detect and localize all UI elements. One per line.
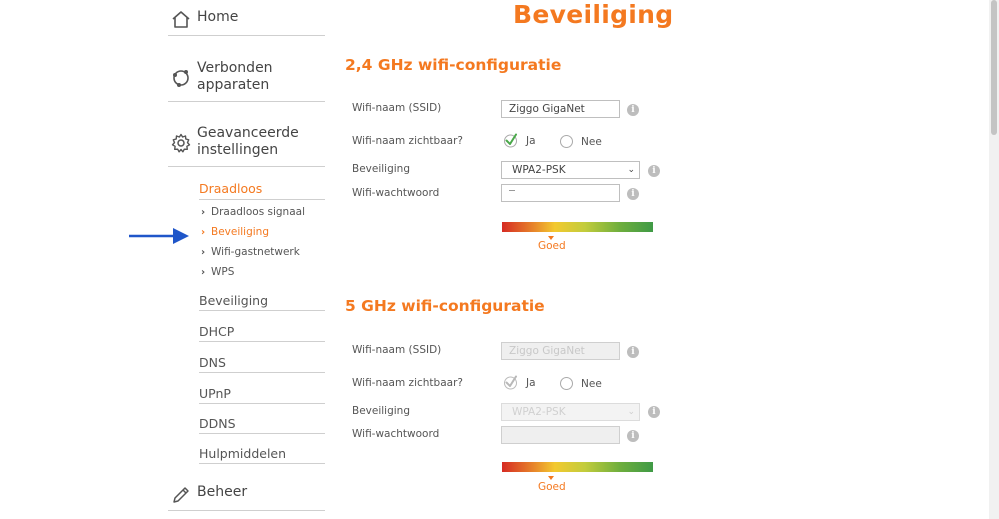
info-icon[interactable]: i <box>648 165 660 177</box>
nav-advanced-settings[interactable]: Geavanceerde instellingen <box>168 102 325 167</box>
security-select-value-24: WPA2-PSK <box>512 164 566 176</box>
nav-home-label: Home <box>197 9 239 25</box>
page-title: Beveiliging <box>513 0 674 29</box>
chevron-down-icon: ⌄ <box>627 165 635 175</box>
password-strength-meter-5 <box>502 462 653 472</box>
sidebar-item-draadloos[interactable]: Draadloos <box>199 181 325 200</box>
password-input-24[interactable] <box>501 184 620 202</box>
ssid-label-5: Wifi-naam (SSID) <box>352 344 442 356</box>
subitem-label: WPS <box>211 266 235 278</box>
visible-label-24: Wifi-naam zichtbaar? <box>352 135 463 147</box>
nav-advanced-line1: Geavanceerde <box>197 125 299 141</box>
password-label-24: Wifi-wachtwoord <box>352 187 440 199</box>
nav-devices-line2: apparaten <box>197 77 270 93</box>
nav-devices-label: Verbonden apparaten <box>197 60 273 94</box>
subitem-label: Beveiliging <box>211 226 269 238</box>
security-select-value-5: WPA2-PSK <box>512 406 566 418</box>
chevron-right-icon: › <box>201 246 206 258</box>
password-masked-text <box>509 190 515 196</box>
nav-devices-line1: Verbonden <box>197 60 273 76</box>
info-icon[interactable]: i <box>627 346 639 358</box>
security-label-5: Beveiliging <box>352 405 410 417</box>
visible-yes-label-24: Ja <box>526 134 536 147</box>
password-label-5: Wifi-wachtwoord <box>352 428 440 440</box>
chevron-right-icon: › <box>201 226 206 238</box>
nav-beheer-label: Beheer <box>197 484 248 500</box>
section-title-5ghz: 5 GHz wifi-configuratie <box>345 297 545 315</box>
strength-label-5: Goed <box>538 481 566 493</box>
check-icon <box>504 375 517 390</box>
arrow-right-icon <box>129 228 189 244</box>
ssid-input-24[interactable]: Ziggo GigaNet <box>501 100 620 118</box>
info-icon[interactable]: i <box>627 104 639 116</box>
scrollbar-thumb[interactable] <box>991 0 997 135</box>
check-icon <box>504 133 517 148</box>
visible-no-label-24: Nee <box>581 135 602 148</box>
sidebar-subitem-wps[interactable]: › WPS <box>201 266 234 278</box>
visible-no-radio-5[interactable]: Nee <box>560 377 602 390</box>
password-input-5[interactable] <box>501 426 620 444</box>
strength-marker-5 <box>548 476 554 480</box>
visible-no-label-5: Nee <box>581 377 602 390</box>
section-title-24ghz: 2,4 GHz wifi-configuratie <box>345 56 562 74</box>
visible-label-5: Wifi-naam zichtbaar? <box>352 377 463 389</box>
info-icon[interactable]: i <box>648 406 660 418</box>
visible-yes-radio-24[interactable]: Ja <box>503 133 536 148</box>
chevron-right-icon: › <box>201 266 206 278</box>
info-icon[interactable]: i <box>627 430 639 442</box>
visible-yes-label-5: Ja <box>526 376 536 389</box>
sidebar-subitem-draadloos-signaal[interactable]: › Draadloos signaal <box>201 206 305 218</box>
sidebar-item-hulpmiddelen[interactable]: Hulpmiddelen <box>199 446 325 464</box>
subitem-label: Wifi-gastnetwerk <box>211 246 300 258</box>
sidebar-subitem-beveiliging[interactable]: › Beveiliging <box>201 226 269 238</box>
radio-circle <box>560 377 573 390</box>
vertical-scrollbar[interactable] <box>989 0 999 519</box>
nav-home[interactable]: Home <box>168 0 325 36</box>
devices-icon <box>173 70 189 87</box>
subitem-label: Draadloos signaal <box>211 206 306 218</box>
sidebar-item-ddns[interactable]: DDNS <box>199 416 325 434</box>
security-select-24[interactable]: WPA2-PSK ⌄ <box>501 161 640 179</box>
nav-advanced-label: Geavanceerde instellingen <box>197 125 299 159</box>
gear-icon <box>171 133 191 153</box>
nav-beheer[interactable]: Beheer <box>168 473 325 511</box>
info-icon[interactable]: i <box>627 188 639 200</box>
sidebar-item-dns[interactable]: DNS <box>199 355 325 373</box>
nav-connected-devices[interactable]: Verbonden apparaten <box>168 36 325 102</box>
security-label-24: Beveiliging <box>352 163 410 175</box>
sidebar-item-upnp[interactable]: UPnP <box>199 386 325 404</box>
ssid-label-24: Wifi-naam (SSID) <box>352 102 442 114</box>
chevron-right-icon: › <box>201 206 206 218</box>
pencil-icon <box>173 487 189 503</box>
home-icon <box>172 11 190 28</box>
nav-advanced-line2: instellingen <box>197 142 279 158</box>
chevron-down-icon: ⌄ <box>627 407 635 417</box>
sidebar-item-dhcp[interactable]: DHCP <box>199 324 325 342</box>
visible-no-radio-24[interactable]: Nee <box>560 135 602 148</box>
password-strength-meter-24 <box>502 222 653 232</box>
visible-yes-radio-5[interactable]: Ja <box>503 375 536 390</box>
sidebar-subitem-wifi-gastnetwerk[interactable]: › Wifi-gastnetwerk <box>201 246 300 258</box>
ssid-input-5[interactable]: Ziggo GigaNet <box>501 342 620 360</box>
radio-circle <box>560 135 573 148</box>
sidebar-item-beveiliging[interactable]: Beveiliging <box>199 293 325 311</box>
strength-label-24: Goed <box>538 240 566 252</box>
security-select-5[interactable]: WPA2-PSK ⌄ <box>501 403 640 421</box>
